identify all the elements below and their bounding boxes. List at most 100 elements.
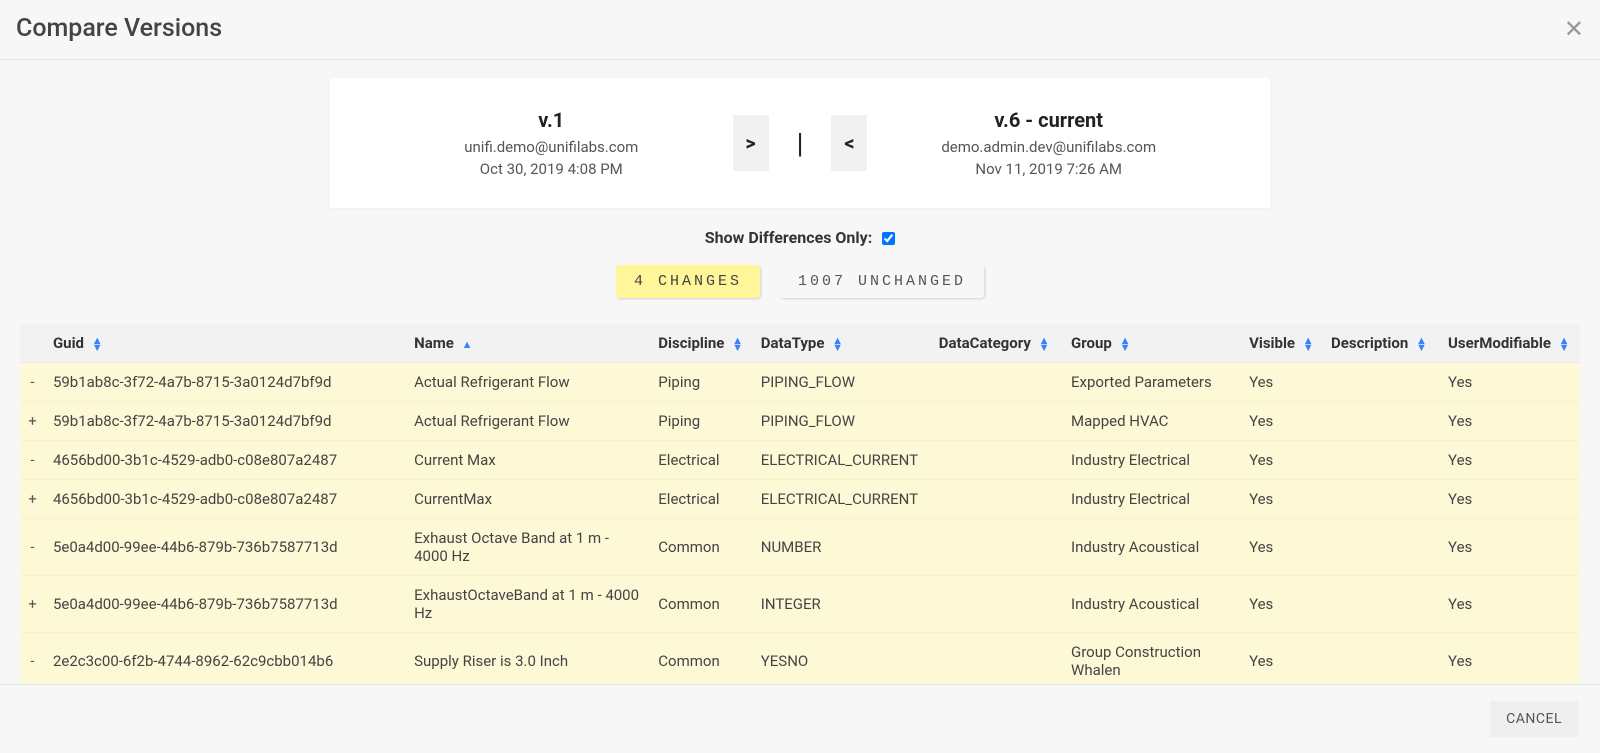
row-group: Mapped HVAC	[1063, 402, 1241, 441]
row-sign: +	[20, 576, 45, 633]
sort-asc-icon: ▲	[462, 338, 473, 351]
row-datacategory	[931, 633, 1063, 685]
row-description	[1323, 480, 1440, 519]
col-sign	[20, 324, 45, 363]
row-datacategory	[931, 402, 1063, 441]
row-usermod: Yes	[1440, 576, 1580, 633]
unchanged-pill[interactable]: 1007 UNCHANGED	[780, 265, 984, 298]
row-description	[1323, 519, 1440, 576]
page-title: Compare Versions	[16, 14, 222, 43]
version-left: v.1 unifi.demo@unifilabs.com Oct 30, 201…	[370, 108, 733, 178]
table-row: +4656bd00-3b1c-4529-adb0-c08e807a2487Cur…	[20, 480, 1580, 519]
row-visible: Yes	[1241, 363, 1323, 402]
row-datacategory	[931, 363, 1063, 402]
row-visible: Yes	[1241, 441, 1323, 480]
row-group: Group Construction Whalen	[1063, 633, 1241, 685]
row-datacategory	[931, 480, 1063, 519]
row-usermod: Yes	[1440, 480, 1580, 519]
diff-table: Guid ▲▼ Name ▲ Discipline ▲▼ DataType	[20, 324, 1580, 684]
chevron-left-icon: <	[844, 131, 854, 155]
col-datatype-label: DataType	[761, 334, 825, 352]
row-visible: Yes	[1241, 402, 1323, 441]
col-datatype[interactable]: DataType ▲▼	[753, 324, 931, 363]
col-group[interactable]: Group ▲▼	[1063, 324, 1241, 363]
version-left-date: Oct 30, 2019 4:08 PM	[370, 160, 733, 178]
col-group-label: Group	[1071, 334, 1112, 352]
version-right: v.6 - current demo.admin.dev@unifilabs.c…	[867, 108, 1230, 178]
row-usermod: Yes	[1440, 363, 1580, 402]
row-discipline: Piping	[650, 402, 752, 441]
row-datatype: NUMBER	[753, 519, 931, 576]
version-separator: |	[797, 127, 804, 160]
row-datacategory	[931, 576, 1063, 633]
changes-pill[interactable]: 4 CHANGES	[616, 265, 760, 298]
row-datacategory	[931, 519, 1063, 576]
col-visible-label: Visible	[1249, 334, 1295, 352]
row-description	[1323, 441, 1440, 480]
row-sign: +	[20, 480, 45, 519]
row-discipline: Common	[650, 633, 752, 685]
row-guid: 2e2c3c00-6f2b-4744-8962-62c9cbb014b6	[45, 633, 406, 685]
version-right-date: Nov 11, 2019 7:26 AM	[867, 160, 1230, 178]
table-row: +5e0a4d00-99ee-44b6-879b-736b7587713dExh…	[20, 576, 1580, 633]
row-description	[1323, 576, 1440, 633]
sort-icon: ▲▼	[1039, 337, 1050, 351]
row-name: Actual Refrigerant Flow	[406, 402, 650, 441]
table-row: +59b1ab8c-3f72-4a7b-8715-3a0124d7bf9dAct…	[20, 402, 1580, 441]
cancel-button[interactable]: CANCEL	[1490, 701, 1578, 737]
row-name: ExhaustOctaveBand at 1 m - 4000 Hz	[406, 576, 650, 633]
version-next-button[interactable]: <	[831, 115, 867, 171]
row-description	[1323, 402, 1440, 441]
row-sign: -	[20, 363, 45, 402]
row-discipline: Common	[650, 519, 752, 576]
col-datacategory[interactable]: DataCategory ▲▼	[931, 324, 1063, 363]
version-left-email: unifi.demo@unifilabs.com	[370, 138, 733, 156]
sort-icon: ▲▼	[92, 337, 103, 351]
col-guid-label: Guid	[53, 334, 84, 352]
row-datatype: ELECTRICAL_CURRENT	[753, 441, 931, 480]
row-group: Industry Electrical	[1063, 480, 1241, 519]
version-prev-button[interactable]: >	[733, 115, 769, 171]
col-name[interactable]: Name ▲	[406, 324, 650, 363]
row-discipline: Common	[650, 576, 752, 633]
sort-icon: ▲▼	[1559, 337, 1570, 351]
row-datacategory	[931, 441, 1063, 480]
row-datatype: ELECTRICAL_CURRENT	[753, 480, 931, 519]
diff-toggle-label: Show Differences Only:	[705, 228, 872, 247]
row-guid: 5e0a4d00-99ee-44b6-879b-736b7587713d	[45, 576, 406, 633]
row-name: Exhaust Octave Band at 1 m - 4000 Hz	[406, 519, 650, 576]
col-discipline[interactable]: Discipline ▲▼	[650, 324, 752, 363]
row-guid: 4656bd00-3b1c-4529-adb0-c08e807a2487	[45, 441, 406, 480]
row-sign: -	[20, 441, 45, 480]
table-row: -59b1ab8c-3f72-4a7b-8715-3a0124d7bf9dAct…	[20, 363, 1580, 402]
col-guid[interactable]: Guid ▲▼	[45, 324, 406, 363]
row-guid: 59b1ab8c-3f72-4a7b-8715-3a0124d7bf9d	[45, 363, 406, 402]
row-sign: -	[20, 633, 45, 685]
col-usermod-label: UserModifiable	[1448, 334, 1551, 352]
sort-icon: ▲▼	[1416, 337, 1427, 351]
col-usermod[interactable]: UserModifiable ▲▼	[1440, 324, 1580, 363]
sort-icon: ▲▼	[732, 337, 743, 351]
row-guid: 59b1ab8c-3f72-4a7b-8715-3a0124d7bf9d	[45, 402, 406, 441]
sort-icon: ▲▼	[1303, 337, 1314, 351]
versions-card: v.1 unifi.demo@unifilabs.com Oct 30, 201…	[330, 78, 1270, 208]
row-description	[1323, 633, 1440, 685]
row-usermod: Yes	[1440, 441, 1580, 480]
row-name: Supply Riser is 3.0 Inch	[406, 633, 650, 685]
row-usermod: Yes	[1440, 519, 1580, 576]
col-visible[interactable]: Visible ▲▼	[1241, 324, 1323, 363]
row-discipline: Electrical	[650, 480, 752, 519]
diff-toggle-checkbox[interactable]	[882, 232, 895, 245]
row-group: Industry Acoustical	[1063, 519, 1241, 576]
table-row: -4656bd00-3b1c-4529-adb0-c08e807a2487Cur…	[20, 441, 1580, 480]
close-icon[interactable]: ✕	[1564, 17, 1584, 41]
row-discipline: Electrical	[650, 441, 752, 480]
col-description[interactable]: Description ▲▼	[1323, 324, 1440, 363]
row-visible: Yes	[1241, 576, 1323, 633]
col-discipline-label: Discipline	[658, 334, 724, 352]
row-group: Exported Parameters	[1063, 363, 1241, 402]
row-datatype: INTEGER	[753, 576, 931, 633]
row-sign: +	[20, 402, 45, 441]
row-name: Current Max	[406, 441, 650, 480]
row-guid: 5e0a4d00-99ee-44b6-879b-736b7587713d	[45, 519, 406, 576]
